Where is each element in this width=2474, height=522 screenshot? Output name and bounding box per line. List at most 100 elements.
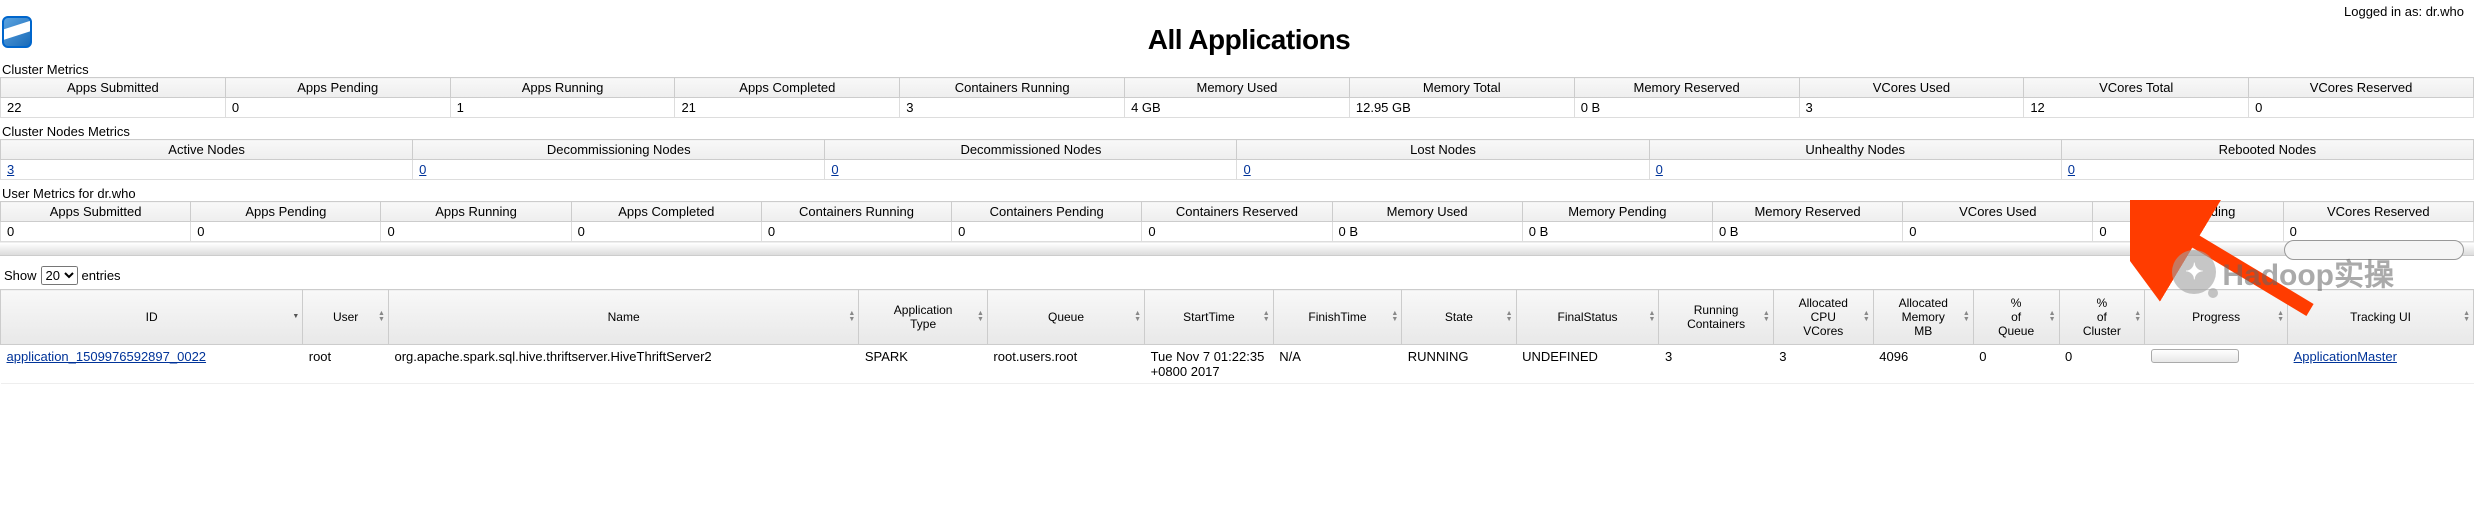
metric-cell: 0	[1142, 222, 1332, 242]
column-header: Decommissioning Nodes	[413, 140, 825, 160]
column-header: Containers Running	[900, 78, 1125, 98]
sort-icon[interactable]: ▼	[292, 314, 299, 320]
column-header[interactable]: FinishTime▲▼	[1273, 290, 1402, 345]
cluster-metrics-table: Apps SubmittedApps PendingApps RunningAp…	[0, 77, 2474, 118]
metric-link[interactable]: 0	[831, 162, 838, 177]
sort-icon[interactable]: ▲▼	[1649, 311, 1656, 323]
column-header: VCores Used	[1799, 78, 2024, 98]
metric-cell: 3	[1799, 98, 2024, 118]
sort-icon[interactable]: ▲▼	[848, 311, 855, 323]
column-header: VCores Total	[2024, 78, 2249, 98]
column-header[interactable]: ID▼	[1, 290, 303, 345]
metric-cell: 0	[952, 222, 1142, 242]
sort-icon[interactable]: ▲▼	[977, 311, 984, 323]
table-row: application_1509976592897_0022 root org.…	[1, 345, 2474, 384]
cell-finishtime: N/A	[1273, 345, 1402, 384]
sort-icon[interactable]: ▲▼	[1391, 311, 1398, 323]
column-header: Apps Completed	[675, 78, 900, 98]
metric-cell: 0 B	[1332, 222, 1522, 242]
metric-cell: 3	[900, 98, 1125, 118]
user-metrics-label: User Metrics for dr.who	[2, 186, 2474, 201]
column-header: Unhealthy Nodes	[1649, 140, 2061, 160]
metric-link[interactable]: 0	[419, 162, 426, 177]
column-header: Rebooted Nodes	[2061, 140, 2473, 160]
column-header: Containers Pending	[952, 202, 1142, 222]
column-header: Apps Pending	[225, 78, 450, 98]
cluster-nodes-label: Cluster Nodes Metrics	[2, 124, 2474, 139]
metric-link[interactable]: 3	[7, 162, 14, 177]
column-header: Memory Total	[1349, 78, 1574, 98]
cell-progress	[2145, 345, 2288, 384]
metric-cell: 0	[825, 160, 1237, 180]
entries-label: entries	[82, 268, 121, 283]
app-id-link[interactable]: application_1509976592897_0022	[7, 349, 207, 364]
metric-link[interactable]: 0	[2068, 162, 2075, 177]
column-header: Memory Reserved	[1712, 202, 1902, 222]
column-header[interactable]: RunningContainers▲▼	[1659, 290, 1773, 345]
column-header: VCores Reserved	[2249, 78, 2474, 98]
column-header[interactable]: %ofQueue▲▼	[1973, 290, 2059, 345]
tracking-link[interactable]: ApplicationMaster	[2294, 349, 2397, 364]
column-header: Apps Completed	[571, 202, 761, 222]
sort-icon[interactable]: ▲▼	[1263, 311, 1270, 323]
metric-cell: 0	[1, 222, 191, 242]
cell-queue: root.users.root	[987, 345, 1144, 384]
column-header[interactable]: User▲▼	[303, 290, 389, 345]
column-header: Memory Used	[1332, 202, 1522, 222]
metric-cell: 0 B	[1522, 222, 1712, 242]
cell-mem: 4096	[1873, 345, 1973, 384]
metric-cell: 0	[381, 222, 571, 242]
sort-icon[interactable]: ▲▼	[1763, 311, 1770, 323]
column-header[interactable]: AllocatedCPUVCores▲▼	[1773, 290, 1873, 345]
column-header[interactable]: ApplicationType▲▼	[859, 290, 988, 345]
sort-icon[interactable]: ▲▼	[378, 311, 385, 323]
column-header[interactable]: AllocatedMemoryMB▲▼	[1873, 290, 1973, 345]
column-header[interactable]: Name▲▼	[388, 290, 858, 345]
metric-link[interactable]: 0	[1656, 162, 1663, 177]
cluster-metrics-label: Cluster Metrics	[2, 62, 2474, 77]
user-metrics-table: Apps SubmittedApps PendingApps RunningAp…	[0, 201, 2474, 242]
column-header[interactable]: FinalStatus▲▼	[1516, 290, 1659, 345]
column-header: Lost Nodes	[1237, 140, 1649, 160]
metric-cell: 21	[675, 98, 900, 118]
sort-icon[interactable]: ▲▼	[1506, 311, 1513, 323]
metric-cell: 0 B	[1574, 98, 1799, 118]
sort-icon[interactable]: ▲▼	[2463, 311, 2470, 323]
sort-icon[interactable]: ▲▼	[1863, 311, 1870, 323]
metric-cell: 0	[1649, 160, 2061, 180]
cell-finalstatus: UNDEFINED	[1516, 345, 1659, 384]
metric-cell: 0	[2061, 160, 2473, 180]
cell-running-containers: 3	[1659, 345, 1773, 384]
column-header: Memory Pending	[1522, 202, 1712, 222]
column-header: Active Nodes	[1, 140, 413, 160]
hadoop-logo	[2, 16, 32, 48]
page-size-select[interactable]: 20	[41, 266, 78, 285]
metric-cell: 12.95 GB	[1349, 98, 1574, 118]
column-header[interactable]: State▲▼	[1402, 290, 1516, 345]
cell-pct-cluster: 0	[2059, 345, 2145, 384]
metric-cell: 0	[2249, 98, 2474, 118]
cell-name: org.apache.spark.sql.hive.thriftserver.H…	[388, 345, 858, 384]
metric-cell: 0	[1237, 160, 1649, 180]
metric-cell: 0	[761, 222, 951, 242]
sort-icon[interactable]: ▲▼	[2049, 311, 2056, 323]
cell-apptype: SPARK	[859, 345, 988, 384]
column-header: Apps Submitted	[1, 78, 226, 98]
cell-starttime: Tue Nov 7 01:22:35 +0800 2017	[1145, 345, 1274, 384]
column-header[interactable]: StartTime▲▼	[1145, 290, 1274, 345]
sort-icon[interactable]: ▲▼	[1963, 311, 1970, 323]
column-header: Decommissioned Nodes	[825, 140, 1237, 160]
column-header: VCores Used	[1903, 202, 2093, 222]
metric-link[interactable]: 0	[1243, 162, 1250, 177]
annotation-arrow-icon	[2130, 200, 2330, 330]
column-header[interactable]: Queue▲▼	[987, 290, 1144, 345]
column-header: Apps Pending	[191, 202, 381, 222]
cell-state: RUNNING	[1402, 345, 1516, 384]
sort-icon[interactable]: ▲▼	[1134, 311, 1141, 323]
applications-table: ID▼User▲▼Name▲▼ApplicationType▲▼Queue▲▼S…	[0, 289, 2474, 384]
metric-cell: 22	[1, 98, 226, 118]
show-label: Show	[4, 268, 37, 283]
column-header: Containers Running	[761, 202, 951, 222]
cell-user: root	[303, 345, 389, 384]
column-header: Memory Reserved	[1574, 78, 1799, 98]
